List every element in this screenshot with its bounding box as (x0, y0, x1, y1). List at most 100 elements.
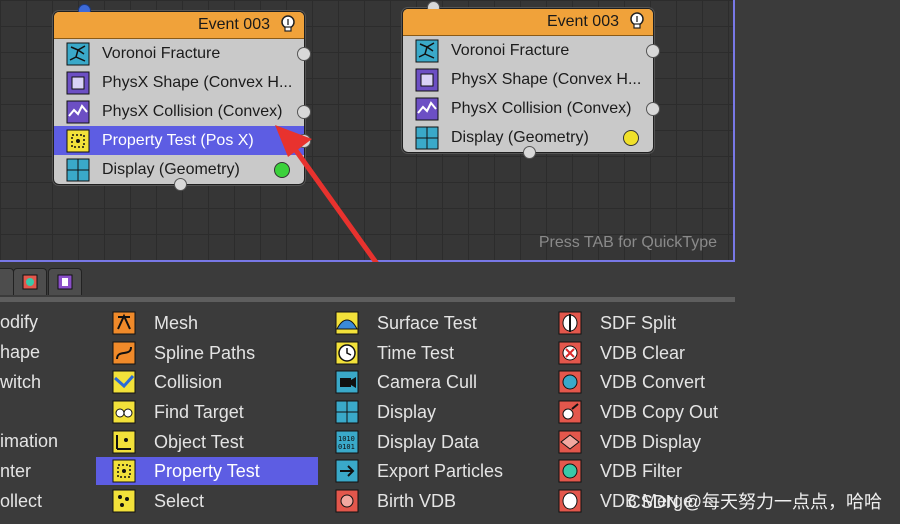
object-test-icon (112, 430, 136, 454)
lightbulb-icon[interactable] (278, 14, 298, 34)
operator-physx-shape[interactable]: PhysX Shape (Convex H... (54, 68, 304, 97)
vdb-clear-icon (558, 341, 582, 365)
operator-output-port[interactable] (297, 105, 311, 119)
depot-item-object-test[interactable]: Object Test (112, 428, 244, 456)
graph-side-panel (735, 0, 900, 262)
depot-item-label: Select (154, 490, 205, 511)
display-data-icon: 10100101 (335, 430, 359, 454)
depot-tab-2[interactable] (13, 268, 47, 295)
operator-property-test[interactable]: Property Test (Pos X) (54, 126, 311, 155)
operator-voronoi-fracture[interactable]: Voronoi Fracture (54, 39, 311, 68)
display-icon (415, 126, 439, 149)
depot-item-vdb-filter[interactable]: VDB Filter (558, 457, 682, 485)
depot-item-sdf-split[interactable]: SDF Split (558, 309, 676, 337)
depot-item-property-test[interactable]: Property Test (96, 457, 318, 485)
export-particles-icon (335, 459, 359, 483)
depot-item-export-particles[interactable]: Export Particles (335, 457, 503, 485)
physx-shape-icon (66, 71, 90, 94)
depot-item-vdb-display[interactable]: VDB Display (558, 428, 701, 456)
depot-item-birth-vdb[interactable]: Birth VDB (335, 487, 456, 515)
depot-item-cut[interactable]: hape (0, 342, 40, 363)
depot-tab-3[interactable] (48, 268, 82, 295)
depot-item-label: Property Test (154, 460, 260, 481)
particle-view-graph[interactable]: Press TAB for QuickType Event 003 Vorono… (0, 0, 735, 278)
physx-collision-icon (415, 97, 439, 120)
spline-paths-icon (112, 341, 136, 365)
quicktype-hint: Press TAB for QuickType (538, 234, 717, 251)
event-node-2[interactable]: Event 003 Voronoi Fracture PhysX Shape (… (402, 1, 660, 159)
depot-item-select[interactable]: Select (112, 487, 204, 515)
depot-item-mesh[interactable]: Mesh (112, 309, 198, 337)
lightbulb-icon[interactable] (627, 11, 647, 31)
depot-item-cut[interactable]: odify (0, 312, 38, 333)
depot-tab-1[interactable] (0, 268, 14, 295)
operator-label: Voronoi Fracture (102, 44, 221, 62)
depot-item-surface-test[interactable]: Surface Test (335, 309, 477, 337)
find-target-icon (112, 400, 136, 424)
select-icon (112, 489, 136, 513)
depot-item-label: VDB Clear (600, 342, 686, 363)
depot-item-label: Collision (154, 371, 223, 392)
depot-item-label: Camera Cull (377, 371, 478, 392)
operator-physx-shape[interactable]: PhysX Shape (Convex H... (403, 65, 653, 94)
vdb-filter-icon (558, 459, 582, 483)
display-icon (66, 158, 90, 181)
depot-item-display[interactable]: Display (335, 398, 436, 426)
operator-output-port[interactable] (297, 47, 311, 61)
physx-shape-icon (415, 68, 439, 91)
operator-label: PhysX Collision (Convex) (102, 102, 283, 120)
operator-label: Property Test (Pos X) (102, 131, 254, 149)
depot-item-cut[interactable]: witch (0, 372, 41, 393)
operator-physx-collision[interactable]: PhysX Collision (Convex) (403, 94, 660, 123)
display-icon (335, 400, 359, 424)
operator-label: Voronoi Fracture (451, 41, 570, 59)
depot-divider[interactable] (0, 297, 735, 302)
operator-label: PhysX Shape (Convex H... (451, 70, 642, 88)
depot-item-camera-cull[interactable]: Camera Cull (335, 368, 477, 396)
operator-physx-collision[interactable]: PhysX Collision (Convex) (54, 97, 311, 126)
depot-item-time-test[interactable]: Time Test (335, 339, 454, 367)
depot-item-label: Export Particles (377, 460, 504, 481)
event-node-header[interactable]: Event 003 (54, 12, 304, 39)
depot-item-spline-paths[interactable]: Spline Paths (112, 339, 255, 367)
event-node-1[interactable]: Event 003 Voronoi Fracture PhysX Shape (… (53, 4, 311, 191)
depot-item-cut[interactable]: nter (0, 461, 31, 482)
depot-item-collision[interactable]: Collision (112, 368, 222, 396)
depot-item-find-target[interactable]: Find Target (112, 398, 244, 426)
node-output-port[interactable] (174, 178, 187, 191)
depot-item-label: Object Test (154, 431, 244, 452)
node-output-port[interactable] (523, 146, 536, 159)
svg-text:0101: 0101 (338, 443, 355, 451)
depot-item-label: Mesh (154, 312, 199, 333)
operator-voronoi-fracture[interactable]: Voronoi Fracture (403, 36, 660, 65)
operator-output-port[interactable] (646, 44, 660, 58)
depot-item-cut[interactable]: ollect (0, 491, 42, 512)
depot-item-vdb-convert[interactable]: VDB Convert (558, 368, 705, 396)
birth-vdb-icon (335, 489, 359, 513)
vdb-display-icon (558, 430, 582, 454)
annotation-arrow (275, 125, 388, 278)
watermark: CSDN @每天努力一点点，哈哈 (627, 492, 882, 512)
mesh-icon (112, 311, 136, 335)
depot-item-vdb-copy-out[interactable]: VDB Copy Out (558, 398, 718, 426)
collision-icon (112, 370, 136, 394)
depot-item-display-data[interactable]: 1010 0101 Display Data (335, 428, 479, 456)
vdb-copy-out-icon (558, 400, 582, 424)
depot-item-cut[interactable]: imation (0, 431, 58, 452)
depot-tab-bar (0, 262, 900, 296)
operator-label: PhysX Shape (Convex H... (102, 73, 293, 91)
event-node-header[interactable]: Event 003 (403, 9, 653, 36)
display-color-dot[interactable] (623, 130, 639, 146)
depot-item-label: Time Test (377, 342, 455, 363)
operator-output-port[interactable] (646, 102, 660, 116)
depot-item-label: VDB Display (600, 431, 702, 452)
depot-item-label: SDF Split (600, 312, 677, 333)
operator-label: Display (Geometry) (102, 160, 240, 178)
sdf-split-icon (558, 311, 582, 335)
operator-label: Display (Geometry) (451, 128, 589, 146)
depot-item-label: Display (377, 401, 437, 422)
depot-item-label: Find Target (154, 401, 244, 422)
depot-item-vdb-clear[interactable]: VDB Clear (558, 339, 685, 367)
depot-item-label: Display Data (377, 431, 480, 452)
tab-test-icon (57, 274, 73, 290)
